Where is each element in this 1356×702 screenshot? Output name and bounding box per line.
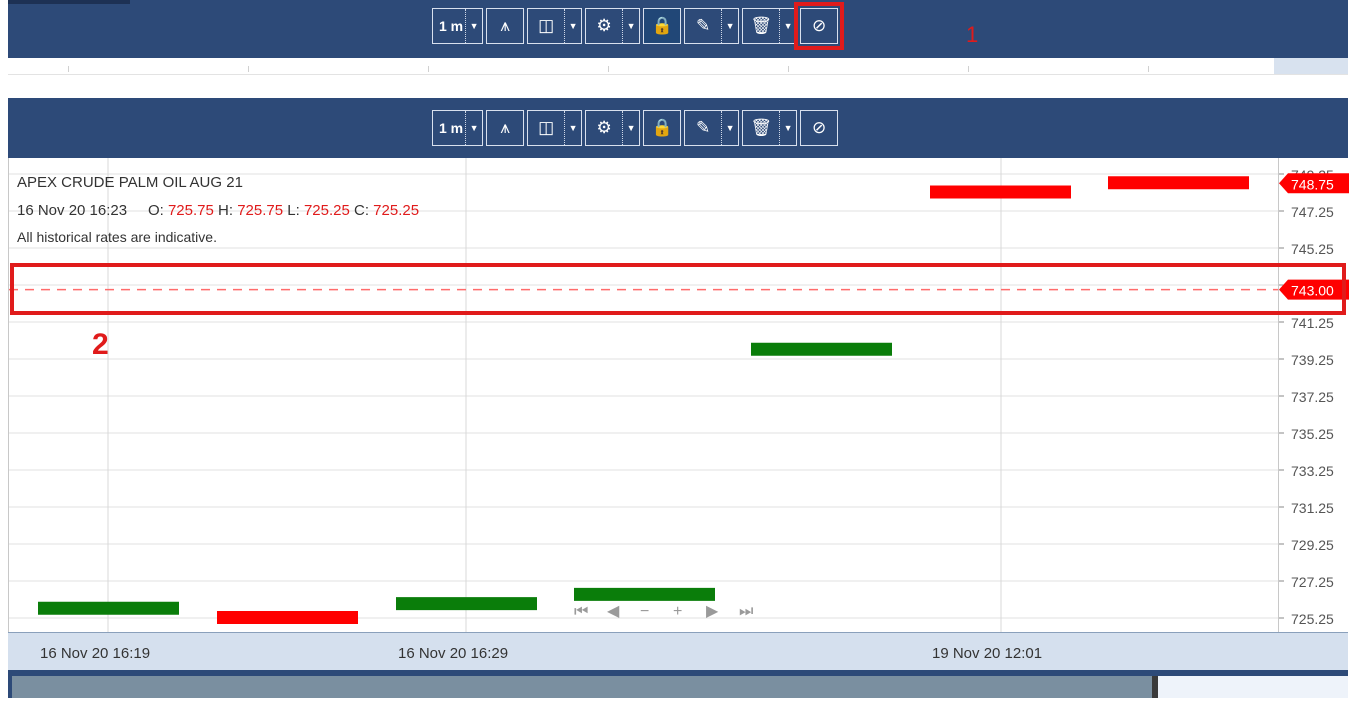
lock-button[interactable]: 🔒 xyxy=(643,8,682,44)
y-tick-label: 745.25 xyxy=(1291,241,1334,257)
tools-button[interactable]: ⚙ ▼ xyxy=(585,110,641,146)
price-bar[interactable] xyxy=(217,611,358,624)
y-tick-label: 727.25 xyxy=(1291,574,1334,590)
lock-button[interactable]: 🔒 xyxy=(643,110,682,146)
trash-icon: 🗑 xyxy=(750,16,772,35)
y-tick-label: 741.25 xyxy=(1291,315,1334,331)
pencil-icon: ✎ xyxy=(696,118,711,137)
trash-icon: 🗑 xyxy=(750,118,772,137)
nav-last-icon[interactable]: ⏭ xyxy=(739,603,753,620)
draw-button[interactable]: ✎ ▼ xyxy=(684,8,740,44)
high-label: H: xyxy=(218,202,234,219)
y-tick-label: 733.25 xyxy=(1291,463,1334,479)
y-axis[interactable]: 749.25747.25745.25743.25741.25739.25737.… xyxy=(1278,158,1351,632)
timeframe-label: 1 m xyxy=(439,120,464,136)
lock-icon: 🔒 xyxy=(651,16,673,35)
annotation-label-2: 2 xyxy=(92,328,109,361)
delete-button[interactable]: 🗑 ▼ xyxy=(742,8,798,44)
chevron-down-icon[interactable]: ▼ xyxy=(465,9,482,43)
x-axis-svg: 16 Nov 20 16:19 16 Nov 20 16:29 19 Nov 20 … xyxy=(40,645,1042,662)
y-axis-svg: 749.25747.25745.25743.25741.25739.25737.… xyxy=(1279,167,1351,627)
chevron-down-icon[interactable]: ▼ xyxy=(779,9,796,43)
price-bar[interactable] xyxy=(38,601,179,615)
annotation-label-1: 1 xyxy=(966,22,979,47)
chevron-down-icon[interactable]: ▼ xyxy=(779,111,796,145)
pencil-icon: ✎ xyxy=(696,16,711,35)
nav-next-icon[interactable]: ▶ xyxy=(706,603,719,620)
eye-slash-icon: ⊘ xyxy=(812,118,827,137)
close-label: C: xyxy=(354,202,369,219)
previous-chart-edge xyxy=(8,58,1348,75)
scrollbar-track[interactable] xyxy=(1158,676,1348,698)
candlestick-icon: ◫ xyxy=(538,118,555,137)
price-bar[interactable] xyxy=(751,342,892,356)
price-bar[interactable] xyxy=(930,185,1071,199)
chevron-down-icon[interactable]: ▼ xyxy=(564,9,581,43)
hide-button[interactable]: ⊘ xyxy=(800,110,839,146)
chevron-down-icon[interactable]: ▼ xyxy=(465,111,482,145)
zoom-in-icon[interactable]: + xyxy=(673,603,682,620)
y-tick-label: 735.25 xyxy=(1291,426,1334,442)
close-value: 725.25 xyxy=(373,202,420,219)
x-tick-label: 16 Nov 20 16:29 xyxy=(398,645,508,662)
y-tick-label: 729.25 xyxy=(1291,537,1334,553)
hide-button[interactable]: ⊘ xyxy=(794,2,845,50)
main-toolbar: 1 m ▼ ⩚ ◫ ▼ ⚙ ▼ 🔒 ✎ ▼ 🗑 ▼ ⊘ xyxy=(432,110,839,146)
low-value: 725.25 xyxy=(303,202,350,219)
tools-button[interactable]: ⚙ ▼ xyxy=(585,8,641,44)
annotation-highlight-box xyxy=(10,263,1346,315)
eye-slash-icon: ⊘ xyxy=(812,16,827,35)
scrollbar-thumb[interactable] xyxy=(12,676,1152,698)
chevron-down-icon[interactable]: ▼ xyxy=(721,9,738,43)
draw-button[interactable]: ✎ ▼ xyxy=(684,110,740,146)
chart-scrollbar[interactable] xyxy=(8,670,1348,698)
nav-prev-icon[interactable]: ◀ xyxy=(607,603,620,620)
price-bar[interactable] xyxy=(574,587,715,601)
chevron-down-icon[interactable]: ▼ xyxy=(622,111,639,145)
x-axis[interactable]: 16 Nov 20 16:19 16 Nov 20 16:29 19 Nov 20 … xyxy=(8,632,1348,671)
low-label: L: xyxy=(287,202,300,219)
chevron-down-icon[interactable]: ▼ xyxy=(622,9,639,43)
timeframe-button[interactable]: 1 m ▼ xyxy=(432,8,484,44)
indicators-button[interactable]: ⩚ xyxy=(486,8,525,44)
candlestick-icon: ◫ xyxy=(538,16,555,35)
y-tick-label: 737.25 xyxy=(1291,389,1334,405)
open-value: 725.75 xyxy=(167,202,214,219)
y-tick-label: 747.25 xyxy=(1291,204,1334,220)
y-tick-label: 731.25 xyxy=(1291,500,1334,516)
price-bar[interactable] xyxy=(1108,176,1249,190)
open-label: O: xyxy=(147,202,164,219)
chart-type-button[interactable]: ◫ ▼ xyxy=(527,8,583,44)
indicators-icon: ⩚ xyxy=(500,118,510,137)
instrument-name: APEX CRUDE PALM OIL AUG 21 xyxy=(17,174,243,191)
x-tick-label: 16 Nov 20 16:19 xyxy=(40,645,150,662)
top-toolbar: 1 m ▼ ⩚ ◫ ▼ ⚙ ▼ 🔒 ✎ ▼ 🗑 ▼ ⊘ xyxy=(432,2,845,50)
settings-icon: ⚙ xyxy=(596,118,612,137)
price-bar[interactable] xyxy=(396,597,537,611)
ohlc-readout: 16 Nov 20 16:23 O: 725.75 H: 725.75 L: 7… xyxy=(17,202,419,219)
x-tick-label: 19 Nov 20 12:01 xyxy=(932,645,1042,662)
lock-icon: 🔒 xyxy=(651,118,673,137)
bar-datetime: 16 Nov 20 16:23 xyxy=(17,202,128,219)
chevron-down-icon[interactable]: ▼ xyxy=(564,111,581,145)
price-flag-label: 748.75 xyxy=(1291,176,1334,192)
y-tick-label: 739.25 xyxy=(1291,352,1334,368)
strip-edge xyxy=(8,0,130,4)
indicators-icon: ⩚ xyxy=(500,16,510,35)
nav-first-icon[interactable]: ⏮ xyxy=(574,603,588,620)
settings-icon: ⚙ xyxy=(596,16,612,35)
zoom-out-icon[interactable]: − xyxy=(640,603,649,620)
y-tick-label: 725.25 xyxy=(1291,611,1334,627)
disclaimer-text: All historical rates are indicative. xyxy=(17,229,217,245)
chevron-down-icon[interactable]: ▼ xyxy=(721,111,738,145)
timeframe-label: 1 m xyxy=(439,18,464,34)
indicators-button[interactable]: ⩚ xyxy=(486,110,525,146)
timeframe-button[interactable]: 1 m ▼ xyxy=(432,110,484,146)
high-value: 725.75 xyxy=(237,202,284,219)
chart-type-button[interactable]: ◫ ▼ xyxy=(527,110,583,146)
delete-button[interactable]: 🗑 ▼ xyxy=(742,110,798,146)
